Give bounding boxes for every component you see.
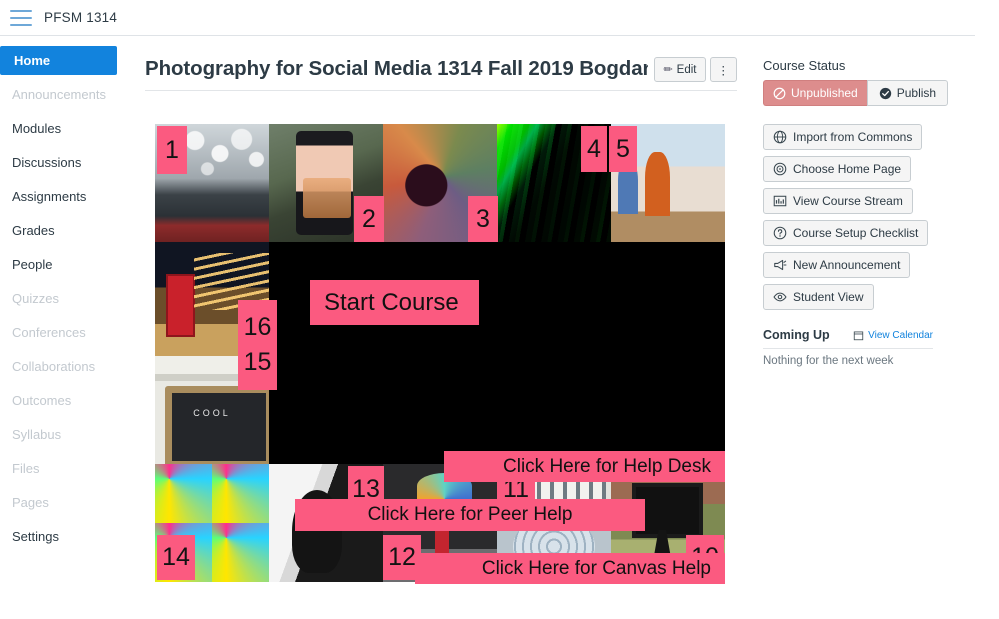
stream-icon (773, 195, 787, 207)
hamburger-icon[interactable] (10, 9, 32, 26)
mosaic-badge-1[interactable]: 1 (157, 126, 187, 174)
sidebar-item-modules[interactable]: Modules (0, 114, 140, 143)
view-calendar-label: View Calendar (868, 329, 933, 341)
sidebar-item-files[interactable]: Files (0, 454, 140, 483)
coming-up-empty-text: Nothing for the next week (763, 355, 894, 367)
course-code-label: PFSM 1314 (44, 10, 118, 25)
unpublished-label: Unpublished (791, 86, 858, 100)
target-icon (773, 162, 787, 176)
mosaic-badge-14[interactable]: 14 (157, 535, 195, 580)
student-view-label: Student View (793, 290, 864, 304)
sidebar-item-outcomes[interactable]: Outcomes (0, 386, 140, 415)
publish-button[interactable]: Publish (866, 80, 949, 106)
sidebar-item-home[interactable]: Home (0, 46, 117, 75)
mosaic-badge-15: 15 (243, 348, 272, 376)
course-navigation: Home Announcements Modules Discussions A… (0, 46, 140, 556)
home-page-image-mosaic: 1 2 3 4 5 16 15 14 13 12 11 10 Start Cou… (155, 124, 725, 584)
course-setup-checklist-button[interactable]: Course Setup Checklist (763, 220, 929, 246)
coming-up-divider (763, 348, 933, 349)
sidebar-item-people[interactable]: People (0, 250, 140, 279)
sidebar-item-grades[interactable]: Grades (0, 216, 140, 245)
choose-home-page-button[interactable]: Choose Home Page (763, 156, 912, 182)
course-status-heading: Course Status (763, 58, 846, 73)
course-setup-checklist-label: Course Setup Checklist (793, 226, 919, 240)
question-icon (773, 226, 787, 240)
mosaic-badge-4[interactable]: 4 (581, 126, 607, 172)
sidebar-item-assignments[interactable]: Assignments (0, 182, 140, 211)
publish-toggle-group: Unpublished Publish (763, 80, 949, 106)
import-from-commons-label: Import from Commons (793, 130, 913, 144)
view-calendar-link[interactable]: View Calendar (853, 330, 933, 341)
no-entry-icon (773, 87, 786, 99)
choose-home-page-label: Choose Home Page (793, 162, 902, 176)
help-desk-button[interactable]: Click Here for Help Desk (444, 451, 725, 482)
edit-button-label: Edit (676, 63, 697, 76)
publish-label: Publish (896, 86, 937, 100)
sidebar-item-discussions[interactable]: Discussions (0, 148, 140, 177)
sidebar-item-announcements[interactable]: Announcements (0, 80, 140, 109)
sidebar-item-settings[interactable]: Settings (0, 522, 140, 551)
canvas-help-button[interactable]: Click Here for Canvas Help (415, 553, 725, 584)
mosaic-badge-2[interactable]: 2 (354, 196, 384, 242)
peer-help-button[interactable]: Click Here for Peer Help (295, 499, 645, 531)
calendar-icon (853, 331, 864, 340)
eye-icon (773, 292, 787, 302)
student-view-button[interactable]: Student View (763, 284, 874, 310)
top-bar: PFSM 1314 (0, 0, 975, 36)
page-title: Photography for Social Media 1314 Fall 2… (145, 57, 649, 80)
pencil-icon: ✏ (663, 64, 673, 76)
sidebar-item-pages[interactable]: Pages (0, 488, 140, 517)
title-row: Photography for Social Media 1314 Fall 2… (141, 46, 741, 83)
unpublished-button[interactable]: Unpublished (763, 80, 867, 106)
commons-icon (773, 130, 787, 144)
coming-up-title: Coming Up (763, 328, 830, 342)
check-circle-icon (879, 87, 891, 99)
edit-button[interactable]: ✏ Edit (654, 57, 706, 82)
view-course-stream-button[interactable]: View Course Stream (763, 188, 913, 214)
mosaic-badge-16-15[interactable]: 16 15 (238, 300, 277, 390)
title-divider (145, 90, 737, 91)
mosaic-badge-16: 16 (243, 313, 272, 341)
view-course-stream-label: View Course Stream (793, 194, 903, 208)
more-options-button[interactable]: ⋮ (709, 57, 737, 82)
main-content: Photography for Social Media 1314 Fall 2… (141, 46, 741, 584)
start-course-button[interactable]: Start Course (310, 280, 479, 325)
mosaic-badge-5[interactable]: 5 (609, 126, 637, 172)
sidebar-item-collaborations[interactable]: Collaborations (0, 352, 140, 381)
new-announcement-label: New Announcement (793, 258, 901, 272)
coming-up-header: Coming Up View Calendar (763, 328, 933, 342)
sidebar-item-syllabus[interactable]: Syllabus (0, 420, 140, 449)
new-announcement-button[interactable]: New Announcement (763, 252, 911, 278)
course-sidebar: Course Status Unpublished Publish Import… (763, 58, 949, 367)
megaphone-icon (774, 259, 787, 271)
import-from-commons-button[interactable]: Import from Commons (763, 124, 923, 150)
mosaic-badge-3[interactable]: 3 (468, 196, 498, 242)
sidebar-item-quizzes[interactable]: Quizzes (0, 284, 140, 313)
sidebar-item-conferences[interactable]: Conferences (0, 318, 140, 347)
page-actions: ✏ Edit ⋮ (654, 57, 737, 82)
